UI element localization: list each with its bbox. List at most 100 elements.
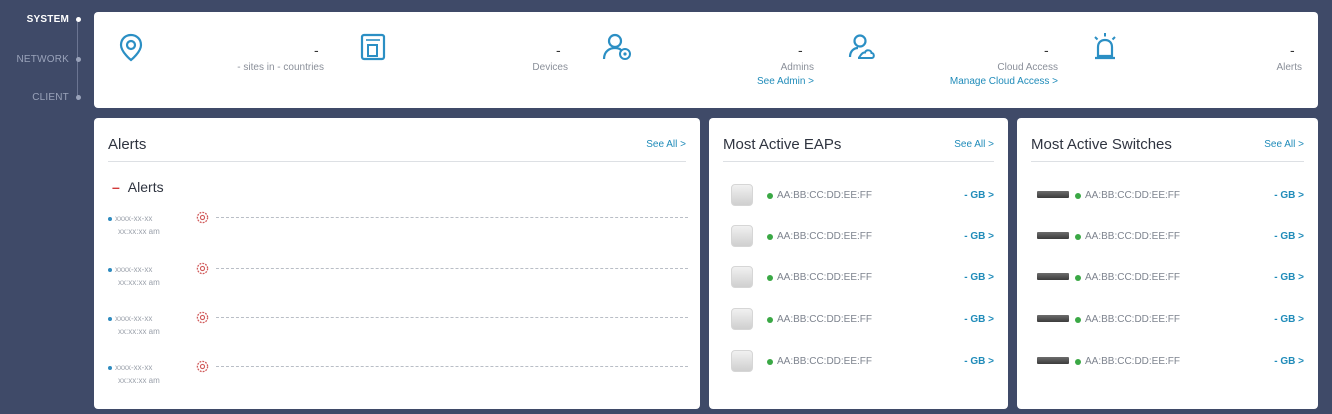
switch-usage-link[interactable]: - GB > bbox=[1274, 356, 1304, 367]
sites-label: - sites in - countries bbox=[237, 62, 324, 73]
see-admin-link[interactable]: See Admin > bbox=[757, 76, 814, 87]
admins-label: Admins bbox=[780, 62, 814, 73]
online-status-icon bbox=[1075, 192, 1081, 199]
left-nav: SYSTEM NETWORK CLIENT bbox=[0, 0, 88, 414]
admins-value: - bbox=[798, 42, 803, 58]
eap-usage-link[interactable]: - GB > bbox=[964, 190, 994, 201]
stat-cloud-access: - Cloud Access Manage Cloud Access > bbox=[846, 12, 1058, 108]
eap-mac-text: AA:BB:CC:DD:EE:FF bbox=[777, 314, 873, 325]
online-status-icon bbox=[1075, 358, 1081, 365]
switches-card-header: Most Active Switches See All > bbox=[1031, 130, 1304, 162]
eap-usage-link[interactable]: - GB > bbox=[964, 314, 994, 325]
alerts-see-all-link[interactable]: See All > bbox=[646, 139, 686, 150]
switch-usage-link[interactable]: - GB > bbox=[1274, 231, 1304, 242]
eaps-card-header: Most Active EAPs See All > bbox=[723, 130, 994, 162]
switch-row[interactable]: AA:BB:CC:DD:EE:FF - GB > bbox=[1031, 225, 1304, 251]
eap-row[interactable]: AA:BB:CC:DD:EE:FF - GB > bbox=[723, 225, 994, 251]
switch-usage-link[interactable]: - GB > bbox=[1274, 190, 1304, 201]
nav-item-system[interactable]: SYSTEM bbox=[26, 14, 81, 25]
switch-mac-text: AA:BB:CC:DD:EE:FF bbox=[1085, 314, 1181, 325]
alert-date-text: xxxx-xx-xx bbox=[115, 214, 153, 223]
summary-bar: - - sites in - countries - Devices - Adm… bbox=[94, 12, 1318, 108]
eap-row[interactable]: AA:BB:CC:DD:EE:FF - GB > bbox=[723, 350, 994, 376]
eaps-see-all-link[interactable]: See All > bbox=[954, 139, 994, 150]
collapse-minus-icon[interactable]: – bbox=[112, 179, 120, 195]
cloud-value: - bbox=[1044, 42, 1049, 58]
eap-row[interactable]: AA:BB:CC:DD:EE:FF - GB > bbox=[723, 266, 994, 292]
nav-dot-icon bbox=[76, 95, 81, 100]
nav-dot-icon bbox=[76, 17, 81, 22]
alert-time: xx:xx:xx am bbox=[118, 327, 160, 336]
alert-divider bbox=[216, 268, 688, 269]
switch-icon bbox=[1037, 191, 1069, 198]
eap-mac-text: AA:BB:CC:DD:EE:FF bbox=[777, 231, 873, 242]
online-status-icon bbox=[767, 192, 773, 199]
eap-row[interactable]: AA:BB:CC:DD:EE:FF - GB > bbox=[723, 308, 994, 334]
online-status-icon bbox=[767, 274, 773, 281]
online-status-icon bbox=[1075, 316, 1081, 323]
bullet-dot-icon bbox=[108, 267, 112, 272]
location-pin-icon bbox=[119, 33, 143, 62]
online-status-icon bbox=[767, 233, 773, 240]
online-status-icon bbox=[1075, 233, 1081, 240]
eap-mac: AA:BB:CC:DD:EE:FF bbox=[767, 231, 872, 242]
eap-mac-text: AA:BB:CC:DD:EE:FF bbox=[777, 356, 873, 367]
cloud-label: Cloud Access bbox=[997, 62, 1058, 73]
switch-icon bbox=[1037, 273, 1069, 280]
alert-item[interactable]: xxxx-xx-xx xx:xx:xx am bbox=[108, 211, 688, 248]
nav-item-network[interactable]: NETWORK bbox=[16, 54, 81, 65]
switch-row[interactable]: AA:BB:CC:DD:EE:FF - GB > bbox=[1031, 266, 1304, 292]
alert-date-text: xxxx-xx-xx bbox=[115, 314, 153, 323]
switch-usage-link[interactable]: - GB > bbox=[1274, 272, 1304, 283]
switch-mac-text: AA:BB:CC:DD:EE:FF bbox=[1085, 356, 1181, 367]
eap-mac-text: AA:BB:CC:DD:EE:FF bbox=[777, 272, 873, 283]
manage-cloud-access-link[interactable]: Manage Cloud Access > bbox=[950, 76, 1058, 87]
alert-date: xxxx-xx-xx bbox=[108, 314, 152, 323]
alert-time: xx:xx:xx am bbox=[118, 376, 160, 385]
eaps-card-title: Most Active EAPs bbox=[723, 136, 842, 153]
switches-see-all-link[interactable]: See All > bbox=[1264, 139, 1304, 150]
eap-mac: AA:BB:CC:DD:EE:FF bbox=[767, 356, 872, 367]
alert-date: xxxx-xx-xx bbox=[108, 363, 152, 372]
alert-gear-icon bbox=[196, 211, 209, 224]
alert-item[interactable]: xxxx-xx-xx xx:xx:xx am bbox=[108, 360, 688, 397]
eap-row[interactable]: AA:BB:CC:DD:EE:FF - GB > bbox=[723, 184, 994, 210]
online-status-icon bbox=[767, 316, 773, 323]
access-point-icon bbox=[731, 266, 753, 288]
most-active-eaps-card: Most Active EAPs See All > AA:BB:CC:DD:E… bbox=[709, 118, 1008, 409]
eap-usage-link[interactable]: - GB > bbox=[964, 231, 994, 242]
switch-icon bbox=[1037, 315, 1069, 322]
eap-mac: AA:BB:CC:DD:EE:FF bbox=[767, 314, 872, 325]
switch-mac: AA:BB:CC:DD:EE:FF bbox=[1075, 231, 1180, 242]
access-point-icon bbox=[731, 184, 753, 206]
alert-item[interactable]: xxxx-xx-xx xx:xx:xx am bbox=[108, 262, 688, 299]
switch-row[interactable]: AA:BB:CC:DD:EE:FF - GB > bbox=[1031, 350, 1304, 376]
switch-mac: AA:BB:CC:DD:EE:FF bbox=[1075, 272, 1180, 283]
switch-row[interactable]: AA:BB:CC:DD:EE:FF - GB > bbox=[1031, 308, 1304, 334]
switch-mac: AA:BB:CC:DD:EE:FF bbox=[1075, 356, 1180, 367]
devices-value: - bbox=[556, 42, 561, 58]
switch-mac-text: AA:BB:CC:DD:EE:FF bbox=[1085, 231, 1181, 242]
alerts-section-label: Alerts bbox=[127, 179, 164, 195]
eap-mac: AA:BB:CC:DD:EE:FF bbox=[767, 190, 872, 201]
eap-usage-link[interactable]: - GB > bbox=[964, 272, 994, 283]
cloud-user-icon bbox=[848, 34, 875, 59]
access-point-icon bbox=[731, 350, 753, 372]
nav-label-client: CLIENT bbox=[32, 92, 69, 103]
nav-label-network: NETWORK bbox=[16, 54, 69, 65]
nav-item-client[interactable]: CLIENT bbox=[32, 92, 81, 103]
bullet-dot-icon bbox=[108, 365, 112, 370]
access-point-icon bbox=[731, 225, 753, 247]
alerts-label: Alerts bbox=[1276, 62, 1302, 73]
nav-label-system: SYSTEM bbox=[26, 14, 69, 25]
eap-usage-link[interactable]: - GB > bbox=[964, 356, 994, 367]
alert-item[interactable]: xxxx-xx-xx xx:xx:xx am bbox=[108, 311, 688, 348]
siren-icon bbox=[1094, 33, 1116, 60]
stat-admins: - Admins See Admin > bbox=[602, 12, 814, 108]
alerts-card: Alerts See All > – Alerts xxxx-xx-xx xx:… bbox=[94, 118, 700, 409]
stat-alerts: - Alerts bbox=[1090, 12, 1302, 108]
switch-usage-link[interactable]: - GB > bbox=[1274, 314, 1304, 325]
switch-row[interactable]: AA:BB:CC:DD:EE:FF - GB > bbox=[1031, 184, 1304, 210]
alert-date: xxxx-xx-xx bbox=[108, 214, 152, 223]
admin-users-icon bbox=[602, 33, 631, 60]
